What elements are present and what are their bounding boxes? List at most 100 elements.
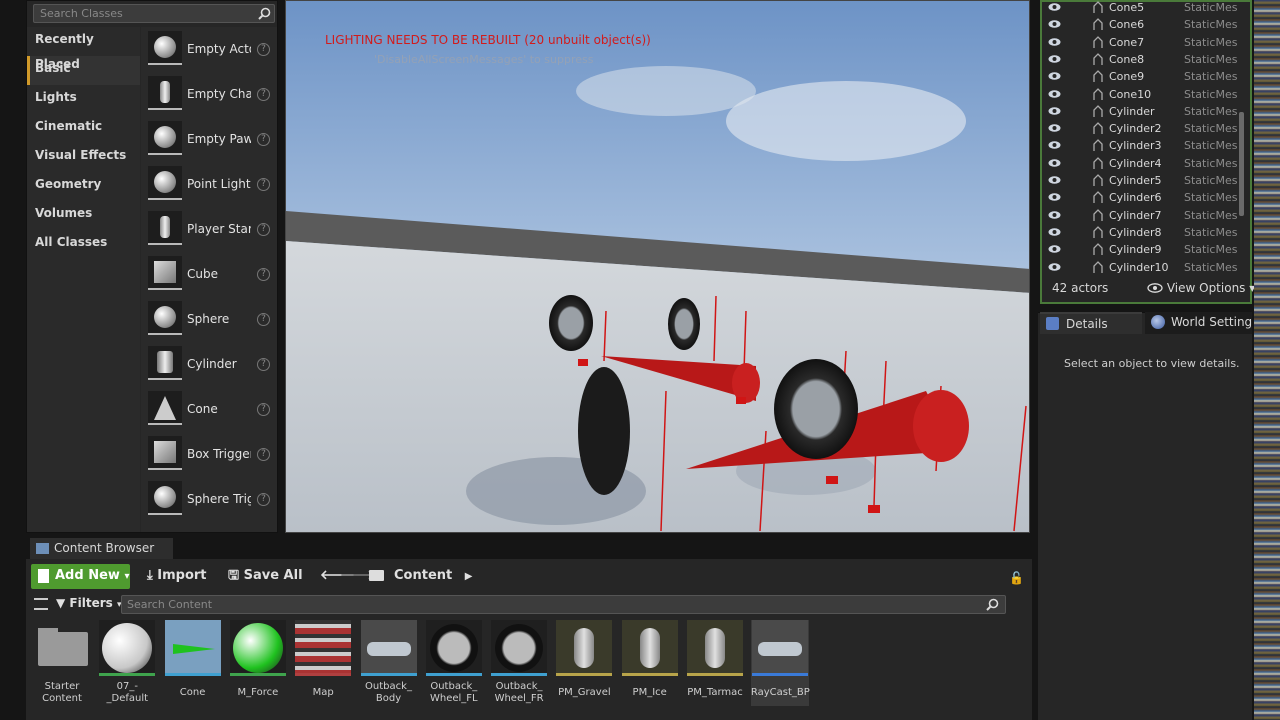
visibility-eye-icon[interactable] xyxy=(1048,2,1061,12)
asset-tile[interactable]: Starter Content xyxy=(33,620,91,706)
help-icon[interactable]: ? xyxy=(257,223,270,236)
visibility-eye-icon[interactable] xyxy=(1048,210,1061,220)
asset-tile[interactable]: PM_Gravel xyxy=(555,620,613,706)
static-mesh-icon xyxy=(1093,18,1103,31)
outliner-row[interactable]: Cone6 StaticMesh xyxy=(1042,16,1238,33)
asset-tile[interactable]: Outback_ Body xyxy=(360,620,418,706)
static-mesh-icon xyxy=(1093,122,1103,135)
help-icon[interactable]: ? xyxy=(257,493,270,506)
outliner-row[interactable]: Cylinder6 StaticMesh xyxy=(1042,189,1238,206)
visibility-eye-icon[interactable] xyxy=(1048,227,1061,237)
view-options-button[interactable]: View Options ▾ xyxy=(1147,281,1255,295)
class-item[interactable]: Empty Character? xyxy=(141,72,277,117)
outliner-row[interactable]: Cone10 StaticMesh xyxy=(1042,86,1238,103)
category-item[interactable]: Volumes xyxy=(27,201,140,230)
visibility-eye-icon[interactable] xyxy=(1048,71,1061,81)
help-icon[interactable]: ? xyxy=(257,178,270,191)
filters-button[interactable]: ▼ Filters ▾ xyxy=(56,596,122,610)
class-item[interactable]: Cylinder? xyxy=(141,342,277,387)
level-viewport[interactable]: LIGHTING NEEDS TO BE REBUILT (20 unbuilt… xyxy=(285,0,1030,533)
lock-button[interactable]: 🔓 xyxy=(1009,566,1024,591)
class-item[interactable]: Cube? xyxy=(141,252,277,297)
outliner-row[interactable]: Cylinder7 StaticMesh xyxy=(1042,207,1238,224)
outliner-row[interactable]: Cone9 StaticMesh xyxy=(1042,68,1238,85)
outliner-row[interactable]: Cylinder StaticMesh xyxy=(1042,103,1238,120)
help-icon[interactable]: ? xyxy=(257,403,270,416)
static-mesh-icon xyxy=(1093,52,1103,65)
asset-tile[interactable]: RayCast_BP xyxy=(751,620,810,706)
class-item[interactable]: Cone? xyxy=(141,387,277,432)
visibility-eye-icon[interactable] xyxy=(1048,37,1061,47)
visibility-eye-icon[interactable] xyxy=(1048,192,1061,202)
search-icon[interactable] xyxy=(258,7,271,20)
category-item[interactable]: Basic xyxy=(27,56,140,85)
visibility-eye-icon[interactable] xyxy=(1048,244,1061,254)
search-content-input[interactable]: Search Content xyxy=(121,595,1006,614)
class-item[interactable]: Box Trigger? xyxy=(141,432,277,477)
outliner-row[interactable]: Cone5 StaticMesh xyxy=(1042,0,1238,16)
visibility-eye-icon[interactable] xyxy=(1048,262,1061,272)
path-content[interactable]: Content ▶ xyxy=(369,564,472,589)
visibility-eye-icon[interactable] xyxy=(1048,106,1061,116)
outliner-row[interactable]: Cylinder9 StaticMesh xyxy=(1042,241,1238,258)
class-label: Empty Actor xyxy=(187,42,251,56)
visibility-eye-icon[interactable] xyxy=(1048,54,1061,64)
category-item[interactable]: All Classes xyxy=(27,230,140,259)
outliner-row[interactable]: Cone7 StaticMesh xyxy=(1042,34,1238,51)
outliner-row[interactable]: Cylinder10 StaticMesh xyxy=(1042,259,1238,276)
help-icon[interactable]: ? xyxy=(257,313,270,326)
sources-toggle-icon[interactable] xyxy=(34,598,48,610)
outliner-row[interactable]: Cylinder4 StaticMesh xyxy=(1042,155,1238,172)
help-icon[interactable]: ? xyxy=(257,133,270,146)
save-all-button[interactable]: 🖫 Save All xyxy=(228,564,303,589)
visibility-eye-icon[interactable] xyxy=(1048,89,1061,99)
visibility-eye-icon[interactable] xyxy=(1048,140,1061,150)
outliner-row[interactable]: Cylinder5 StaticMesh xyxy=(1042,172,1238,189)
content-browser-tab[interactable]: Content Browser xyxy=(30,538,173,559)
asset-tile[interactable]: PM_Tarmac xyxy=(686,620,744,706)
asset-tile[interactable]: Cone xyxy=(164,620,222,706)
class-item[interactable]: Sphere Trigger? xyxy=(141,477,277,522)
class-item[interactable]: Point Light? xyxy=(141,162,277,207)
help-icon[interactable]: ? xyxy=(257,268,270,281)
outliner-row[interactable]: Cone8 StaticMesh xyxy=(1042,51,1238,68)
visibility-eye-icon[interactable] xyxy=(1048,19,1061,29)
asset-tile[interactable]: Outback_ Wheel_FR xyxy=(490,620,548,706)
asset-tile[interactable]: Outback_ Wheel_FL xyxy=(425,620,483,706)
help-icon[interactable]: ? xyxy=(257,43,270,56)
category-item[interactable]: Geometry xyxy=(27,172,140,201)
visibility-eye-icon[interactable] xyxy=(1048,123,1061,133)
class-item[interactable]: Empty Pawn? xyxy=(141,117,277,162)
category-item[interactable]: Lights xyxy=(27,85,140,114)
search-classes-input[interactable]: Search Classes xyxy=(33,4,275,23)
outliner-scrollbar[interactable] xyxy=(1239,112,1244,216)
tab-details[interactable]: Details xyxy=(1040,312,1142,334)
asset-tile[interactable]: 07_-_Default xyxy=(98,620,156,706)
actor-name: Cylinder xyxy=(1109,104,1155,118)
category-item[interactable]: Cinematic xyxy=(27,114,140,143)
class-label: Point Light xyxy=(187,177,251,191)
visibility-eye-icon[interactable] xyxy=(1048,175,1061,185)
category-item[interactable]: Visual Effects xyxy=(27,143,140,172)
details-panel xyxy=(1038,312,1252,720)
outliner-row[interactable]: Cylinder8 StaticMesh xyxy=(1042,224,1238,241)
material-thumbnail xyxy=(99,620,156,676)
search-icon[interactable] xyxy=(986,598,999,611)
world-outliner: Cone5 StaticMesh Cone6 StaticMesh Cone7 Stati… xyxy=(1040,0,1252,304)
asset-tile[interactable]: Map xyxy=(294,620,352,706)
asset-tile[interactable]: M_Force xyxy=(229,620,287,706)
category-item[interactable]: Recently Placed xyxy=(27,27,140,71)
class-item[interactable]: Sphere? xyxy=(141,297,277,342)
outliner-row[interactable]: Cylinder2 StaticMesh xyxy=(1042,120,1238,137)
help-icon[interactable]: ? xyxy=(257,448,270,461)
help-icon[interactable]: ? xyxy=(257,358,270,371)
add-new-button[interactable]: Add New ▾ xyxy=(31,564,130,589)
outliner-row[interactable]: Cylinder3 StaticMesh xyxy=(1042,137,1238,154)
class-item[interactable]: Player Start? xyxy=(141,207,277,252)
visibility-eye-icon[interactable] xyxy=(1048,158,1061,168)
asset-tile[interactable]: PM_Ice xyxy=(621,620,679,706)
class-item[interactable]: Empty Actor? xyxy=(141,27,277,72)
tab-world-settings[interactable]: World Settings xyxy=(1145,312,1252,334)
import-button[interactable]: ⤓ Import xyxy=(147,564,207,589)
help-icon[interactable]: ? xyxy=(257,88,270,101)
